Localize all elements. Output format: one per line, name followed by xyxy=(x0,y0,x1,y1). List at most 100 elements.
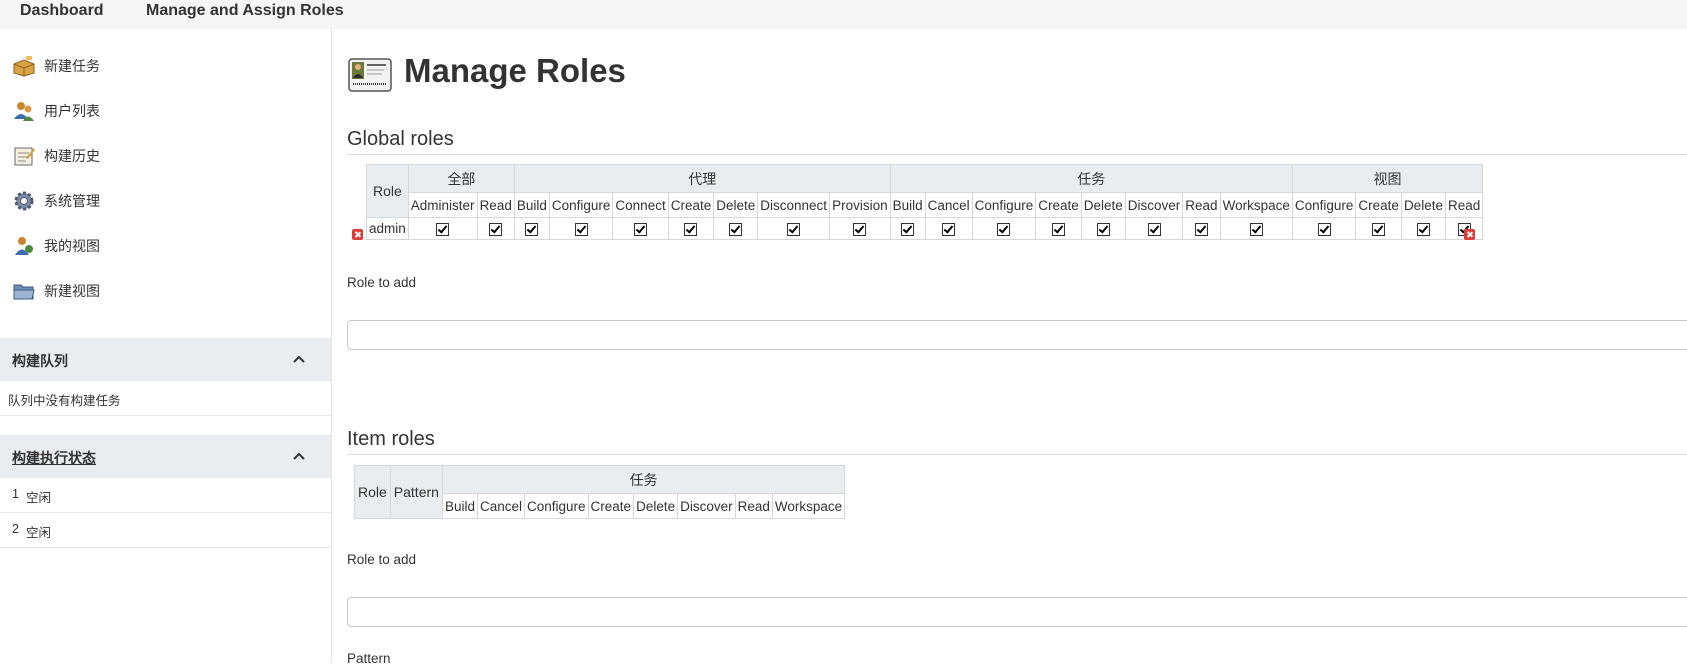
folder-icon xyxy=(12,279,36,303)
permission-cell xyxy=(407,217,478,240)
permission-checkbox[interactable] xyxy=(787,222,801,236)
permission-checkbox[interactable] xyxy=(729,222,743,236)
permission-group-header: 代理 xyxy=(513,164,891,193)
permission-checkbox[interactable] xyxy=(525,222,539,236)
main-content: Manage Roles Global roles Role 全部 代理 任务 视图 … xyxy=(332,29,1687,666)
permission-header: Connect xyxy=(612,192,669,218)
global-roles-heading: Global roles xyxy=(347,128,1687,155)
build-queue-empty-text: 队列中没有构建任务 xyxy=(8,394,121,408)
new-package-icon xyxy=(12,54,36,78)
permission-header: Read xyxy=(734,493,773,519)
permission-cell xyxy=(924,217,973,240)
executor-row: 2 空闲 xyxy=(0,513,331,548)
permission-cell xyxy=(1182,217,1221,240)
pattern-label: Pattern xyxy=(347,651,391,666)
item-roles-table: Role Pattern 任务 Build Cancel Configure Crea… xyxy=(354,465,846,519)
delete-role-icon[interactable] xyxy=(1464,229,1475,240)
permission-header: Cancel xyxy=(476,493,526,519)
permission-header: Build xyxy=(513,192,550,218)
permission-checkbox[interactable] xyxy=(1317,222,1331,236)
permission-header: Configure xyxy=(1291,192,1357,218)
permission-header: Configure xyxy=(524,493,589,519)
permission-checkbox[interactable] xyxy=(1147,222,1161,236)
user-view-icon xyxy=(12,234,36,258)
permission-cell xyxy=(1035,217,1082,240)
permission-header: Read xyxy=(1444,192,1484,218)
permission-cell xyxy=(548,217,614,240)
item-role-to-add-input[interactable] xyxy=(347,597,1687,627)
sidebar-item-build-history[interactable]: 构建历史 xyxy=(12,141,100,171)
chevron-up-icon[interactable] xyxy=(291,351,307,367)
executors-header: 构建执行状态 xyxy=(0,435,331,478)
breadcrumb-dashboard[interactable]: Dashboard xyxy=(20,2,104,20)
permission-header: Delete xyxy=(633,493,679,519)
users-icon xyxy=(12,99,36,123)
build-queue-empty: 队列中没有构建任务 xyxy=(0,381,331,416)
permission-cell xyxy=(612,217,669,240)
permission-header: Read xyxy=(1182,192,1221,218)
permission-checkbox[interactable] xyxy=(1416,222,1430,236)
id-card-icon xyxy=(348,58,392,92)
sidebar-item-label: 新建视图 xyxy=(44,283,100,299)
sidebar-item-label: 我的视图 xyxy=(44,238,100,254)
sidebar-item-system-admin[interactable]: 系统管理 xyxy=(12,186,100,216)
sidebar: 新建任务 用户列表 构建历史 系统管理 我的视图 新建视图 构建队列 队列中没有… xyxy=(0,29,332,663)
permission-checkbox[interactable] xyxy=(634,222,648,236)
permission-cell xyxy=(1355,217,1402,240)
permission-cell xyxy=(1219,217,1293,240)
permission-checkbox[interactable] xyxy=(942,222,956,236)
permission-cell xyxy=(476,217,515,240)
pattern-column-header: Pattern xyxy=(389,465,443,519)
permission-cell xyxy=(667,217,715,240)
permission-group-header: 全部 xyxy=(407,164,515,193)
permission-checkbox[interactable] xyxy=(1051,222,1065,236)
role-column-header: Role xyxy=(366,164,409,218)
permission-header: Workspace xyxy=(1219,192,1293,218)
permission-header: Discover xyxy=(1124,192,1184,218)
sidebar-item-my-views[interactable]: 我的视图 xyxy=(12,231,100,261)
permission-header: Administer xyxy=(407,192,478,218)
permission-cell xyxy=(757,217,831,240)
permission-group-header: 任务 xyxy=(441,465,846,494)
role-column-header: Role xyxy=(354,465,391,519)
page-title: Manage Roles xyxy=(404,52,626,89)
permission-header: Create xyxy=(587,493,635,519)
permission-checkbox[interactable] xyxy=(436,222,450,236)
permission-checkbox[interactable] xyxy=(1249,222,1263,236)
permission-checkbox[interactable] xyxy=(901,222,915,236)
sidebar-item-new-view[interactable]: 新建视图 xyxy=(12,276,100,306)
global-role-to-add-input[interactable] xyxy=(347,320,1687,350)
role-name: admin xyxy=(366,217,409,240)
permission-checkbox[interactable] xyxy=(1096,222,1110,236)
permission-header: Provision xyxy=(829,192,891,218)
permission-header: Delete xyxy=(713,192,759,218)
executor-number: 1 xyxy=(12,487,19,501)
executors-title[interactable]: 构建执行状态 xyxy=(12,448,96,468)
permission-checkbox[interactable] xyxy=(574,222,588,236)
permission-group-header: 任务 xyxy=(889,164,1293,193)
build-queue-header: 构建队列 xyxy=(0,338,331,381)
permission-header: Build xyxy=(441,493,478,519)
permission-checkbox[interactable] xyxy=(1194,222,1208,236)
permission-header: Create xyxy=(1355,192,1402,218)
permission-checkbox[interactable] xyxy=(997,222,1011,236)
permission-checkbox[interactable] xyxy=(853,222,867,236)
delete-role-icon[interactable] xyxy=(352,229,363,240)
sidebar-item-label: 用户列表 xyxy=(44,103,100,119)
sidebar-item-user-list[interactable]: 用户列表 xyxy=(12,96,100,126)
permission-header: Configure xyxy=(548,192,614,218)
breadcrumb-manage-assign-roles[interactable]: Manage and Assign Roles xyxy=(146,2,344,20)
sidebar-item-new-task[interactable]: 新建任务 xyxy=(12,51,100,81)
permission-header: Read xyxy=(476,192,515,218)
chevron-up-icon[interactable] xyxy=(291,448,307,464)
permission-checkbox[interactable] xyxy=(489,222,503,236)
permission-checkbox[interactable] xyxy=(684,222,698,236)
role-row: admin xyxy=(366,217,1484,240)
notepad-icon xyxy=(12,144,36,168)
global-roles-table: Role 全部 代理 任务 视图 Administer Read Build Configu… xyxy=(366,164,1484,240)
build-queue-title[interactable]: 构建队列 xyxy=(12,351,68,371)
permission-header: Configure xyxy=(971,192,1037,218)
role-to-add-label: Role to add xyxy=(347,552,417,567)
permission-header: Workspace xyxy=(771,493,846,519)
permission-checkbox[interactable] xyxy=(1372,222,1386,236)
